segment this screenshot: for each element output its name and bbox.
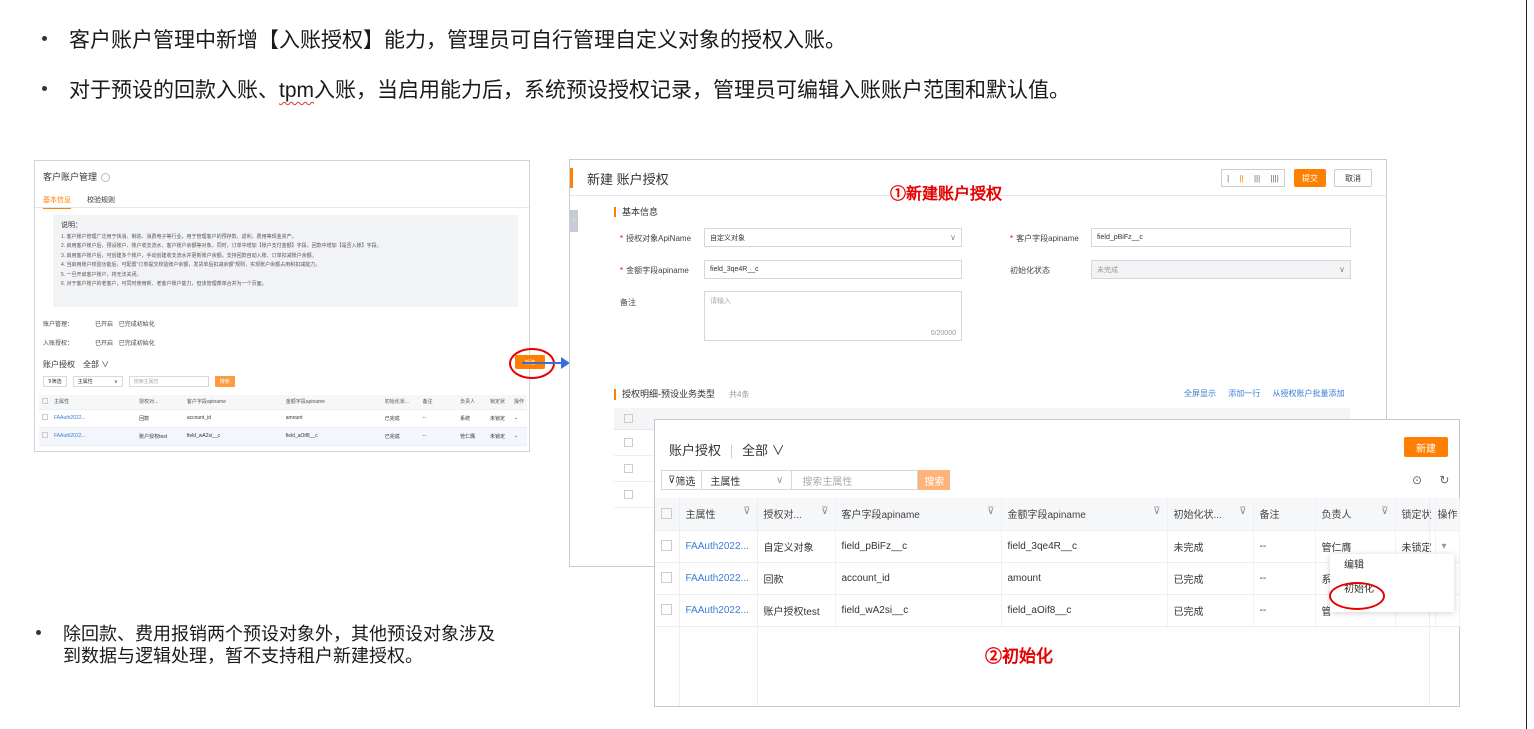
status-row-entry: 入账授权： 已开启 已完成初始化 <box>43 341 155 347</box>
filter-icon: ⊽ <box>743 506 751 518</box>
toolbar-icons: ⊙ ↻ <box>1412 473 1449 487</box>
add-row-link[interactable]: 添加一行 <box>1228 389 1260 398</box>
annotation-new-auth: ①新建账户授权 <box>890 184 1003 203</box>
search-input[interactable]: 搜索主属性 <box>792 470 919 490</box>
collapse-handle[interactable]: › <box>570 210 578 232</box>
arrow-line <box>522 362 564 364</box>
filter-button[interactable]: ⊽ 筛选 <box>661 470 703 490</box>
batch-add-link[interactable]: 从授权账户批量添加 <box>1272 389 1344 398</box>
bullet-3: 除回款、费用报销两个预设对象外，其他预设对象涉及 到数据与逻辑处理，暂不支持租户… <box>36 624 596 668</box>
filter-field-select[interactable]: 主属性 ∨ <box>702 470 793 490</box>
bullet-1: 客户账户管理中新增【入账授权】能力，管理员可自行管理自定义对象的授权入账。 <box>42 24 846 54</box>
detail-actions: 全屏显示 添加一行 从授权账户批量添加 <box>1184 388 1344 399</box>
filter-icon: ⊽ <box>821 506 829 518</box>
column-layout-switcher[interactable]: | || ||| |||| <box>1221 169 1285 187</box>
obj-apiname-label: * 授权对象ApiName <box>620 234 692 243</box>
row-action-icon[interactable]: ⌄ <box>510 427 527 446</box>
highlight-circle <box>1329 582 1385 610</box>
chevron-down-icon: ∨ <box>1339 265 1345 274</box>
menu-item-edit[interactable]: 编辑 <box>1330 554 1454 578</box>
customer-field-label: * 客户字段apiname <box>1010 234 1079 243</box>
init-status-label: 初始化状态 <box>1010 266 1050 275</box>
panel-title: 客户账户管理 <box>43 170 111 183</box>
new-button[interactable]: 新建 <box>1404 437 1448 457</box>
search-button[interactable]: 搜索 <box>918 470 951 490</box>
obj-apiname-select[interactable]: 自定义对象 ∨ <box>704 228 962 247</box>
amount-field-label: * 金额字段apiname <box>620 266 689 275</box>
table-row[interactable]: FAAuth2022... 账户授权test field_wA2si__c fi… <box>39 427 527 446</box>
note-label: 备注 <box>620 298 636 307</box>
select-all-checkbox[interactable] <box>624 414 633 423</box>
section-basic-info: 基本信息 <box>614 207 658 217</box>
init-status-select: 未完成 ∨ <box>1091 260 1351 279</box>
table-row[interactable]: FAAuth2022... 回款 account_id amount 已完成 -… <box>39 409 527 428</box>
settings-icon[interactable]: ⊙ <box>1412 473 1422 487</box>
row-action-icon[interactable]: ⌄ <box>510 409 527 428</box>
customer-account-management-panel: 客户账户管理 基本信息 校验规则 说明： 1. 客户账户管理广泛用于快消、制造、… <box>34 160 555 452</box>
row-checkbox[interactable] <box>661 572 672 584</box>
bullet-2: 对于预设的回款入账、tpm入账，当启用能力后，系统预设授权记录，管理员可编辑入账… <box>42 74 1070 104</box>
account-authorization-list: 账户授权 全部 ∨ 新建 ⊽ 筛选 主属性 ∨ 搜索主属性 搜索 ⊙ ↻ 主属性 ⊽ 授… <box>654 419 1460 707</box>
list-title: 账户授权 全部 ∨ <box>669 443 785 459</box>
section-title: 账户授权 全部 ∨ <box>43 360 110 369</box>
submit-button[interactable]: 提交 <box>1294 169 1326 187</box>
filter-button[interactable]: ⊽ 筛选 <box>43 376 67 387</box>
customer-field-input[interactable]: field_pBiFz__c <box>1091 228 1351 247</box>
row-checkbox[interactable] <box>624 490 633 499</box>
filter-icon: ⊽ <box>1153 506 1161 518</box>
section-detail: 授权明细-预设业务类型 共4条 <box>614 389 749 400</box>
row-checkbox[interactable] <box>624 438 633 447</box>
search-input[interactable]: 搜索主属性 <box>128 376 209 387</box>
filter-icon: ⊽ <box>668 474 676 486</box>
select-all-checkbox[interactable] <box>661 508 672 520</box>
filter-field-select[interactable]: 主属性 ∨ <box>72 376 123 387</box>
row-checkbox[interactable] <box>42 414 48 420</box>
filter-icon: ⊽ <box>1381 506 1389 518</box>
filter-icon: ⊽ <box>1239 506 1247 518</box>
filter-bar: ⊽ 筛选 主属性 ∨ 搜索主属性 搜索 <box>661 470 951 490</box>
description-box: 说明： 1. 客户账户管理广泛用于快消、制造、消费电子等行业，用于管理客户的预存… <box>53 215 518 307</box>
row-checkbox[interactable] <box>661 604 672 616</box>
status-row-account: 账户管理： 已开启 已完成初始化 <box>43 322 155 328</box>
scope-dropdown[interactable]: 全部 ∨ <box>83 360 109 369</box>
filter-bar: ⊽ 筛选 主属性 ∨ 搜索主属性 搜索 <box>43 376 235 387</box>
note-textarea[interactable]: 请输入 0/20000 <box>704 291 962 341</box>
row-checkbox[interactable] <box>624 464 633 473</box>
filter-icon: ⊽ <box>987 506 995 518</box>
amount-field-input[interactable]: field_3qe4R__c <box>704 260 962 279</box>
refresh-icon[interactable]: ↻ <box>1439 473 1449 487</box>
cancel-button[interactable]: 取消 <box>1334 169 1372 187</box>
row-checkbox[interactable] <box>42 432 48 438</box>
auth-table-small: 主属性 授权对... 客户字段apiname 金额字段apiname 初始化状.… <box>39 395 527 446</box>
char-counter: 0/20000 <box>930 330 956 337</box>
page-right-divider <box>1526 0 1527 729</box>
chevron-down-icon: ∨ <box>776 474 784 486</box>
chevron-down-icon: ∨ <box>950 233 956 242</box>
row-checkbox[interactable] <box>661 540 672 552</box>
annotation-initialize: ②初始化 <box>985 647 1053 667</box>
form-title: 新建 账户授权 <box>587 172 669 187</box>
fullscreen-link[interactable]: 全屏显示 <box>1184 389 1216 398</box>
select-all-checkbox[interactable] <box>42 397 48 404</box>
help-icon[interactable] <box>101 173 111 183</box>
scope-dropdown[interactable]: 全部 ∨ <box>742 443 785 458</box>
search-button[interactable]: 搜索 <box>214 376 235 387</box>
